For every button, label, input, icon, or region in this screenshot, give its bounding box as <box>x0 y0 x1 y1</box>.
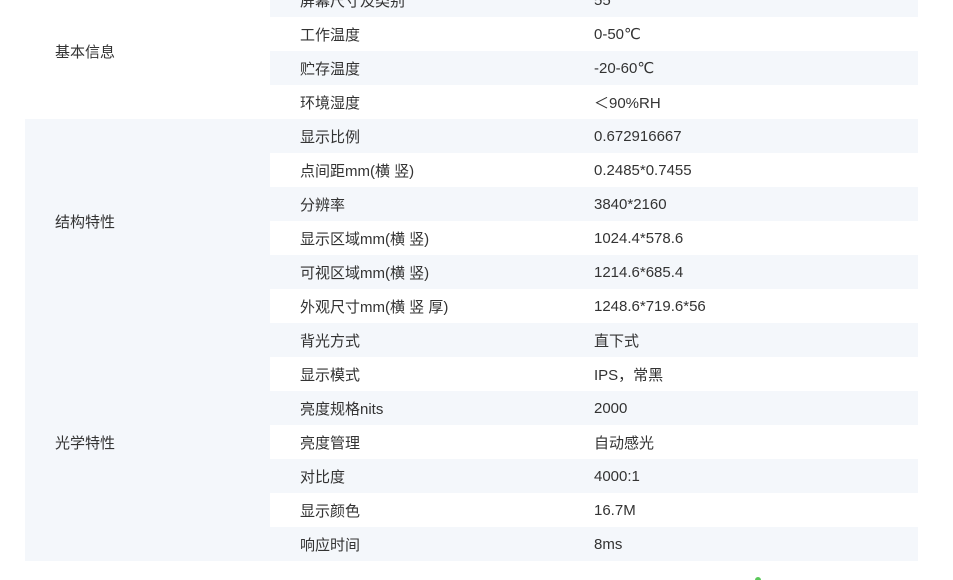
spec-value: 1248.6*719.6*56 <box>594 297 706 315</box>
spec-name: 环境湿度 <box>300 94 361 112</box>
spec-value: 0.2485*0.7455 <box>594 161 692 179</box>
spec-value: ＜90%RH <box>594 94 661 112</box>
table-row: 工作温度 0-50℃ <box>270 17 918 51</box>
spec-group-optical: 光学特性 背光方式 直下式 显示模式 IPS，常黑 亮度规格nits 2000 … <box>25 323 918 561</box>
spec-value: 0-50℃ <box>594 26 641 43</box>
spec-value: IPS，常黑 <box>594 366 664 384</box>
spec-name: 亮度管理 <box>300 434 361 452</box>
table-row: 显示比例 0.672916667 <box>270 119 918 153</box>
spec-name: 可视区域mm(横 竖) <box>300 264 430 282</box>
spec-name: 背光方式 <box>300 332 361 350</box>
spec-name: 显示模式 <box>300 366 361 384</box>
spec-name: 显示比例 <box>300 128 361 146</box>
table-row: 外观尺寸mm(横 竖 厚) 1248.6*719.6*56 <box>270 289 918 323</box>
group-label: 结构特性 <box>55 213 116 231</box>
group-label: 光学特性 <box>55 434 116 452</box>
spec-group-structure: 结构特性 显示比例 0.672916667 点间距mm(横 竖) 0.2485*… <box>25 119 918 323</box>
spec-name: 亮度规格nits <box>300 400 384 418</box>
spec-value: 8ms <box>594 535 623 553</box>
spec-value: 16.7M <box>594 501 636 519</box>
table-row: 对比度 4000:1 <box>270 459 918 493</box>
table-row: 亮度规格nits 2000 <box>270 391 918 425</box>
spec-name: 显示颜色 <box>300 502 361 520</box>
spec-value: 1214.6*685.4 <box>594 263 684 281</box>
group-rows: 显示比例 0.672916667 点间距mm(横 竖) 0.2485*0.745… <box>270 119 918 323</box>
spec-name: 显示区域mm(横 竖) <box>300 230 430 248</box>
spec-value: 55″ <box>594 0 616 9</box>
table-row: 点间距mm(横 竖) 0.2485*0.7455 <box>270 153 918 187</box>
group-rows: 背光方式 直下式 显示模式 IPS，常黑 亮度规格nits 2000 亮度管理 … <box>270 323 918 561</box>
spec-name: 外观尺寸mm(横 竖 厚) <box>300 298 449 316</box>
spec-value: 0.672916667 <box>594 127 682 145</box>
spec-name: 分辨率 <box>300 196 346 214</box>
spec-table: 基本信息 屏幕尺寸及类别 55″ 工作温度 0-50℃ 贮存温度 -20-60℃… <box>0 0 918 561</box>
spec-group-basic-info: 基本信息 屏幕尺寸及类别 55″ 工作温度 0-50℃ 贮存温度 -20-60℃… <box>25 0 918 119</box>
spec-name: 屏幕尺寸及类别 <box>300 0 406 10</box>
table-row: 贮存温度 -20-60℃ <box>270 51 918 85</box>
group-label: 基本信息 <box>55 43 116 61</box>
table-row: 分辨率 3840*2160 <box>270 187 918 221</box>
spec-value: 2000 <box>594 399 628 417</box>
spec-name: 工作温度 <box>300 26 361 44</box>
table-row: 背光方式 直下式 <box>270 323 918 357</box>
table-row: 显示模式 IPS，常黑 <box>270 357 918 391</box>
spec-value: 自动感光 <box>594 434 655 452</box>
table-row: 显示区域mm(横 竖) 1024.4*578.6 <box>270 221 918 255</box>
spec-name: 响应时间 <box>300 536 361 554</box>
table-row: 屏幕尺寸及类别 55″ <box>270 0 918 17</box>
table-row: 可视区域mm(横 竖) 1214.6*685.4 <box>270 255 918 289</box>
spec-name: 贮存温度 <box>300 60 361 78</box>
spec-value: -20-60℃ <box>594 60 655 77</box>
table-row: 响应时间 8ms <box>270 527 918 561</box>
spec-name: 对比度 <box>300 468 346 486</box>
spec-name: 点间距mm(横 竖) <box>300 162 415 180</box>
table-row: 环境湿度 ＜90%RH <box>270 85 918 119</box>
spec-value: 4000:1 <box>594 467 640 485</box>
table-row: 亮度管理 自动感光 <box>270 425 918 459</box>
spec-value: 1024.4*578.6 <box>594 229 684 247</box>
spec-value: 直下式 <box>594 332 640 350</box>
spec-value: 3840*2160 <box>594 195 667 213</box>
table-row: 显示颜色 16.7M <box>270 493 918 527</box>
group-rows: 屏幕尺寸及类别 55″ 工作温度 0-50℃ 贮存温度 -20-60℃ 环境湿度… <box>270 0 918 119</box>
